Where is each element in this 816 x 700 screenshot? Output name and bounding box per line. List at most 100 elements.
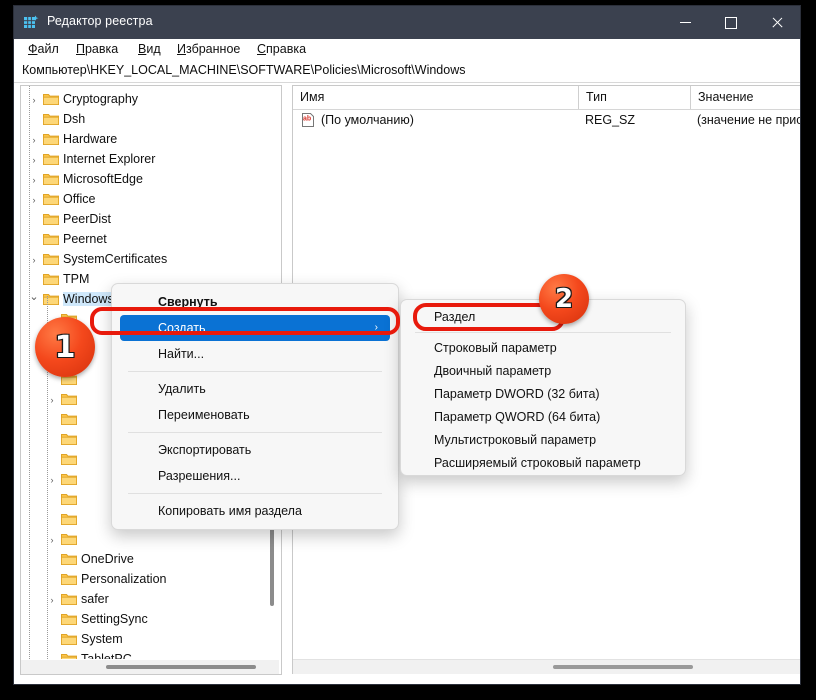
tree-item-office[interactable]: › Office [21, 190, 265, 210]
submenu-item-6[interactable]: Мультистроковый параметр [401, 429, 685, 452]
callout-badge-1-number: 1 [54, 329, 76, 365]
tree-horizontal-scroll-thumb[interactable] [106, 665, 256, 669]
folder-icon [61, 513, 77, 526]
folder-icon [61, 573, 77, 586]
callout-badge-2-number: 2 [554, 284, 574, 314]
folder-icon [43, 193, 59, 206]
context-menu-item-11[interactable]: Перейти в раздел HKEY_CURRENT_USER [112, 524, 398, 529]
folder-icon [43, 273, 59, 286]
tree-item-microsoftedge[interactable]: › MicrosoftEdge [21, 170, 265, 190]
menu-separator [128, 371, 382, 372]
maximize-button[interactable] [708, 6, 754, 39]
menu-separator [128, 493, 382, 494]
tree-item-systemcertificates[interactable]: › SystemCertificates [21, 250, 265, 270]
tree-item-label: SettingSync [81, 612, 148, 626]
value-data-cell: (значение не присвоено) [697, 113, 800, 127]
tree-item-settingsync[interactable]: SettingSync [21, 610, 265, 630]
table-row[interactable]: ab (По умолчанию) REG_SZ (значение не присв… [293, 110, 800, 132]
chevron-right-icon[interactable]: › [47, 535, 57, 545]
folder-icon [61, 613, 77, 626]
tree-item-peerdist[interactable]: PeerDist [21, 210, 265, 230]
callout-badge-2: 2 [539, 274, 589, 324]
values-horizontal-scroll-thumb[interactable] [553, 665, 693, 669]
context-menu-item-label: Разрешения... [158, 469, 241, 483]
context-menu-item-5[interactable]: Переименовать [112, 402, 398, 428]
chevron-right-icon[interactable]: › [47, 395, 57, 405]
folder-icon [61, 433, 77, 446]
submenu-item-5[interactable]: Параметр QWORD (64 бита) [401, 406, 685, 429]
menubar-item-2[interactable]: Вид [138, 42, 161, 56]
tree-item-internet-explorer[interactable]: › Internet Explorer [21, 150, 265, 170]
context-menu-item-10[interactable]: Копировать имя раздела [112, 498, 398, 524]
context-menu-item-1[interactable]: Создать › [120, 315, 390, 341]
chevron-right-icon[interactable]: › [29, 95, 39, 105]
tree-guide-line-0 [29, 86, 30, 659]
chevron-right-icon[interactable]: › [29, 175, 39, 185]
context-menu-item-label: Копировать имя раздела [158, 504, 302, 518]
create-submenu: Раздел Строковый параметр Двоичный парамет… [400, 299, 686, 476]
chevron-right-icon[interactable]: › [29, 135, 39, 145]
tree-item-label: System [81, 632, 123, 646]
menubar-item-3[interactable]: Избранное [177, 42, 240, 56]
chevron-right-icon[interactable]: › [47, 595, 57, 605]
tree-item-label: Cryptography [63, 92, 139, 106]
tree-item-hardware[interactable]: › Hardware [21, 130, 265, 150]
tree-item-label: MicrosoftEdge [63, 172, 143, 186]
column-header-1[interactable]: Тип [578, 86, 690, 109]
title-bar: Редактор реестра [14, 6, 800, 39]
context-menu-item-7[interactable]: Экспортировать [112, 437, 398, 463]
context-menu-item-label: Переименовать [158, 408, 250, 422]
chevron-down-icon[interactable]: ⌄ [29, 292, 39, 303]
submenu-item-4[interactable]: Параметр DWORD (32 бита) [401, 383, 685, 406]
tree-item-dsh[interactable]: Dsh [21, 110, 265, 130]
svg-text:ab: ab [303, 116, 311, 123]
folder-icon [43, 213, 59, 226]
tree-item-personalization[interactable]: Personalization [21, 570, 265, 590]
registry-editor-icon [24, 15, 39, 30]
submenu-item-3[interactable]: Двоичный параметр [401, 360, 685, 383]
context-menu-item-0[interactable]: Свернуть [112, 289, 398, 315]
folder-icon [61, 633, 77, 646]
submenu-item-7[interactable]: Расширяемый строковый параметр [401, 452, 685, 475]
chevron-right-icon[interactable]: › [47, 475, 57, 485]
chevron-right-icon[interactable]: › [29, 155, 39, 165]
tree-item-safer[interactable]: › safer [21, 590, 265, 610]
menu-bar: Файл Правка Вид Избранное Справка [14, 39, 800, 61]
address-bar[interactable]: Компьютер\HKEY_LOCAL_MACHINE\SOFTWARE\Po… [14, 61, 800, 83]
context-menu-item-label: Удалить [158, 382, 206, 396]
chevron-right-icon[interactable]: › [29, 195, 39, 205]
tree-item[interactable]: › [21, 530, 265, 550]
tree-item-cryptography[interactable]: › Cryptography [21, 90, 265, 110]
tree-item-label: Hardware [63, 132, 118, 146]
tree-item-onedrive[interactable]: OneDrive [21, 550, 265, 570]
submenu-item-2[interactable]: Строковый параметр [401, 337, 685, 360]
ab-string-value-icon: ab [301, 113, 315, 127]
folder-icon [61, 473, 77, 486]
menu-separator [128, 432, 382, 433]
tree-item-label: Dsh [63, 112, 86, 126]
folder-icon [43, 233, 59, 246]
folder-icon [43, 153, 59, 166]
folder-icon [61, 553, 77, 566]
context-menu-item-4[interactable]: Удалить [112, 376, 398, 402]
tree-item-label: TabletPC [81, 652, 132, 659]
values-horizontal-scrollbar[interactable] [293, 659, 800, 674]
tree-item-tabletpc[interactable]: TabletPC [21, 650, 265, 659]
value-type-cell: REG_SZ [585, 113, 636, 127]
chevron-right-icon[interactable]: › [29, 255, 39, 265]
column-header-0[interactable]: Имя [293, 86, 578, 109]
menubar-item-1[interactable]: Правка [76, 42, 118, 56]
tree-vertical-scroll-thumb[interactable] [270, 526, 274, 606]
folder-icon [61, 653, 77, 659]
tree-horizontal-scrollbar[interactable] [21, 660, 279, 674]
minimize-button[interactable] [662, 6, 708, 39]
tree-item-system[interactable]: System [21, 630, 265, 650]
menubar-item-4[interactable]: Справка [257, 42, 306, 56]
menubar-item-0[interactable]: Файл [28, 42, 59, 56]
close-button[interactable] [754, 6, 800, 39]
context-menu-item-2[interactable]: Найти... [112, 341, 398, 367]
tree-item-peernet[interactable]: Peernet [21, 230, 265, 250]
context-menu-item-8[interactable]: Разрешения... [112, 463, 398, 489]
tree-item-label: Office [63, 192, 96, 206]
column-header-2[interactable]: Значение [690, 86, 800, 109]
